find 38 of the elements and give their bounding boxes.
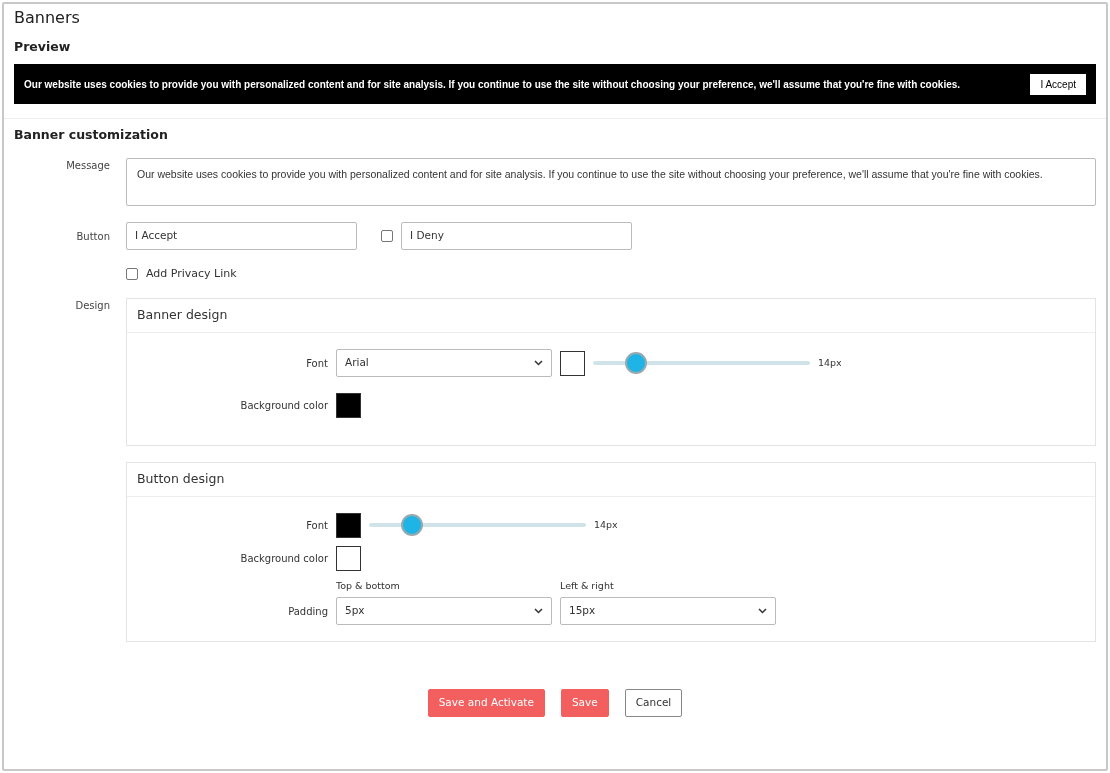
- field-label: Font: [305, 356, 328, 371]
- color-swatch[interactable]: [560, 350, 585, 376]
- accept-button[interactable]: I Accept: [1030, 73, 1086, 95]
- banner-message: Our website uses cookies to provide you with personalized content and for site analysis. If you continue to use the site without choosing your preference, we'll assume that you're fine with cookies.: [24, 77, 961, 92]
- field-label: Background color: [239, 398, 328, 413]
- color-swatch[interactable]: [336, 392, 361, 418]
- size-reading: 14px: [594, 518, 618, 533]
- panel-title: Banner design: [127, 299, 1095, 334]
- panel-title: Button design: [127, 463, 1095, 497]
- slider-thumb[interactable]: [625, 352, 648, 375]
- page-title: Banners: [14, 8, 81, 28]
- section-heading: Banner customization: [14, 127, 169, 143]
- padding-select[interactable]: 15px: [560, 597, 776, 625]
- size-reading: 14px: [818, 355, 842, 370]
- chevron-down-icon: [758, 608, 767, 615]
- section-heading: Preview: [14, 39, 72, 55]
- field-label: Design: [74, 299, 110, 314]
- checkbox[interactable]: [126, 268, 138, 281]
- field-label: Message: [65, 159, 110, 174]
- field-label: Left & right: [560, 578, 615, 593]
- action-button[interactable]: Cancel: [624, 688, 683, 717]
- checkbox-label: Add Privacy Link: [146, 265, 237, 282]
- font-select[interactable]: Arial: [336, 349, 552, 377]
- chevron-down-icon: [534, 608, 543, 615]
- button-text-field[interactable]: I Deny: [401, 222, 632, 250]
- field-label: Top & bottom: [336, 578, 401, 593]
- slider-thumb[interactable]: [401, 514, 424, 537]
- message-textarea[interactable]: Our website uses cookies to provide you with personalized content and for site analysis. If you continue to use the site without choosing your preference, we'll assume that you're fine with cookies.: [126, 158, 1096, 207]
- field-label: Button: [75, 229, 110, 244]
- color-swatch[interactable]: [336, 545, 361, 571]
- padding-select[interactable]: 5px: [336, 597, 552, 625]
- chevron-down-icon: [534, 360, 543, 367]
- checkbox[interactable]: [381, 230, 393, 243]
- field-label: Background color: [239, 551, 328, 566]
- field-label: Padding: [287, 604, 328, 619]
- field-label: Font: [305, 518, 328, 533]
- button-text-field[interactable]: I Accept: [126, 222, 357, 250]
- color-swatch[interactable]: [336, 512, 361, 538]
